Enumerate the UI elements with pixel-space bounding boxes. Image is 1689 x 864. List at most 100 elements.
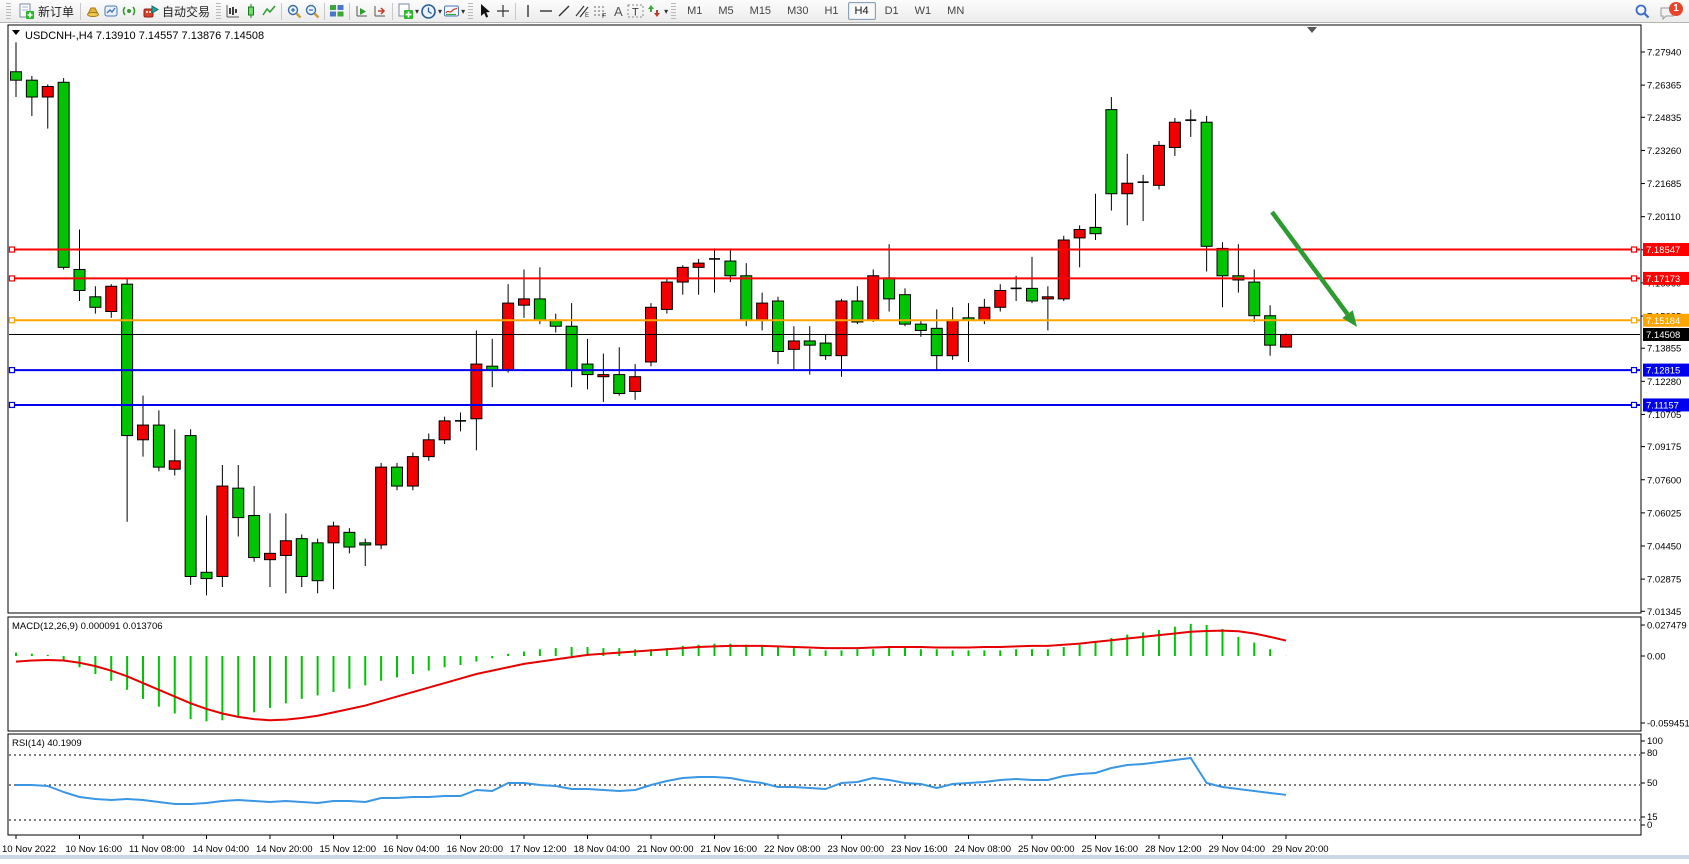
chart-canvas[interactable]: 7.279407.263657.248357.232607.216857.201… (0, 23, 1689, 859)
up-candle (788, 341, 799, 349)
up-candle (138, 425, 149, 440)
up-candle (423, 440, 434, 457)
new-order-label: 新订单 (38, 3, 74, 20)
price-chip-7.14508: 7.14508 (1643, 328, 1689, 341)
bar-chart-mode-icon[interactable] (224, 2, 242, 20)
hline-handle[interactable] (1632, 247, 1637, 252)
separator (392, 3, 393, 20)
up-candle (693, 263, 704, 267)
up-candle (947, 320, 958, 356)
down-candle (1090, 227, 1101, 233)
time-tick-label: 21 Nov 16:00 (701, 844, 758, 855)
zoom-in-icon[interactable] (285, 2, 303, 20)
up-candle (280, 541, 291, 556)
price-tick-label: 7.21685 (1647, 179, 1681, 190)
signals-icon[interactable] (120, 2, 138, 20)
price-tick-label: 7.01345 (1647, 607, 1681, 618)
time-tick-label: 23 Nov 16:00 (891, 844, 948, 855)
down-candle (312, 543, 323, 581)
vertical-line-tool-icon[interactable] (519, 2, 537, 20)
arrows-tool-icon[interactable] (645, 2, 663, 20)
macd-axis-label: 0.027479 (1647, 621, 1687, 632)
price-chip-label: 7.18547 (1646, 245, 1680, 256)
time-tick-label: 14 Nov 20:00 (256, 844, 313, 855)
price-tick-label: 7.20110 (1647, 212, 1681, 223)
template-caret[interactable]: ▾ (461, 7, 465, 16)
notifications-button[interactable]: 1 (1659, 2, 1681, 22)
svg-text:F: F (602, 13, 606, 19)
fibonacci-tool-icon[interactable]: F (591, 2, 609, 20)
timeframe-button-W1[interactable]: W1 (908, 2, 939, 20)
down-candle (344, 532, 355, 547)
svg-text:E: E (585, 13, 589, 19)
price-chip-7.18547: 7.18547 (1643, 243, 1689, 256)
zoom-out-icon[interactable] (303, 2, 321, 20)
horizontal-line-tool-icon[interactable] (537, 2, 555, 20)
hline-handle[interactable] (1632, 276, 1637, 281)
timeframe-button-M15[interactable]: M15 (743, 2, 778, 20)
new-chart-icon[interactable] (396, 2, 414, 20)
timeframe-button-M1[interactable]: M1 (680, 2, 709, 20)
cursor-icon[interactable] (476, 2, 494, 20)
down-candle (566, 326, 577, 370)
chart-title: USDCNH-,H4 7.13910 7.14557 7.13876 7.145… (25, 30, 264, 42)
hline-handle[interactable] (1632, 318, 1637, 323)
hline-handle[interactable] (1632, 368, 1637, 373)
chart-shift-icon[interactable] (371, 2, 389, 20)
market-watch-icon[interactable] (102, 2, 120, 20)
timeframe-button-M5[interactable]: M5 (711, 2, 740, 20)
up-candle (598, 375, 609, 377)
tile-windows-icon[interactable] (328, 2, 346, 20)
candlestick-mode-icon[interactable] (242, 2, 260, 20)
hline-handle[interactable] (10, 276, 15, 281)
toolbar-grip (6, 3, 11, 19)
profiles-clock-icon[interactable] (419, 2, 437, 20)
price-chip-label: 7.12815 (1646, 366, 1680, 377)
hline-handle[interactable] (10, 318, 15, 323)
down-candle (296, 539, 307, 577)
up-candle (1042, 297, 1053, 299)
up-candle (995, 290, 1006, 307)
price-tick-label: 7.12280 (1647, 377, 1681, 388)
hline-handle[interactable] (10, 368, 15, 373)
autotrading-button[interactable]: 自动交易 (138, 1, 213, 21)
price-chip-7.12815: 7.12815 (1643, 364, 1689, 377)
chart-window[interactable]: 7.279407.263657.248357.232607.216857.201… (0, 23, 1689, 859)
timeframe-button-D1[interactable]: D1 (878, 2, 906, 20)
arrows-caret[interactable]: ▾ (664, 7, 668, 16)
text-tool-icon[interactable]: A (609, 2, 627, 20)
price-tick-label: 7.10705 (1647, 410, 1681, 421)
trendline-tool-icon[interactable] (555, 2, 573, 20)
hline-handle[interactable] (10, 402, 15, 407)
timeframe-button-MN[interactable]: MN (940, 2, 971, 20)
macd-pane[interactable] (8, 617, 1641, 731)
hline-handle[interactable] (1632, 402, 1637, 407)
down-candle (820, 343, 831, 356)
time-tick-label: 10 Nov 2022 (2, 844, 56, 855)
label-tool-icon[interactable]: T (627, 2, 645, 20)
timeframe-button-M30[interactable]: M30 (780, 2, 815, 20)
timeframe-button-H1[interactable]: H1 (817, 2, 845, 20)
down-candle (58, 82, 69, 267)
line-chart-mode-icon[interactable] (260, 2, 278, 20)
price-chip-7.11157: 7.11157 (1643, 398, 1689, 411)
search-icon[interactable] (1633, 3, 1651, 21)
up-candle (265, 553, 276, 559)
toolbar-grip (468, 3, 473, 19)
channel-tool-icon[interactable]: E (573, 2, 591, 20)
crosshair-icon[interactable] (494, 2, 512, 20)
new-order-icon (17, 2, 35, 20)
up-candle (169, 461, 180, 469)
time-tick-label: 14 Nov 04:00 (193, 844, 250, 855)
timeframe-button-H4[interactable]: H4 (848, 2, 876, 20)
autotrading-label: 自动交易 (162, 3, 210, 20)
chart-template-icon[interactable] (442, 2, 460, 20)
separator (349, 3, 350, 20)
toolbar-grip (216, 3, 221, 19)
down-candle (249, 516, 260, 558)
hline-handle[interactable] (10, 247, 15, 252)
time-tick-label: 16 Nov 20:00 (447, 844, 504, 855)
profile-icon[interactable] (84, 2, 102, 20)
auto-scroll-icon[interactable] (353, 2, 371, 20)
new-order-button[interactable]: 新订单 (14, 1, 77, 21)
